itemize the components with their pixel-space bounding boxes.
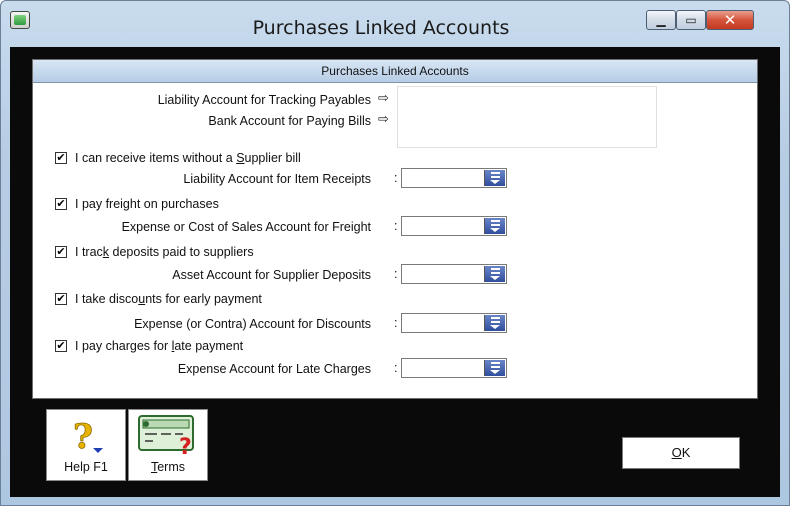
close-icon: ✕ <box>723 11 737 29</box>
dialog-client-area: Purchases Linked Accounts Liability Acco… <box>10 47 780 497</box>
supplier-deposits-account-label: Asset Account for Supplier Deposits <box>172 268 371 282</box>
late-charges-account-combo[interactable] <box>401 358 507 378</box>
account-fields-area[interactable] <box>397 86 657 148</box>
arrow-right-icon[interactable]: ⇨ <box>378 91 389 106</box>
item-receipts-account-combo[interactable] <box>401 168 507 188</box>
pay-freight-label: I pay freight on purchases <box>75 197 219 211</box>
take-discounts-checkbox[interactable]: ✔ <box>55 293 67 305</box>
dropdown-list-icon[interactable] <box>484 218 505 234</box>
colon-separator: : <box>394 316 398 330</box>
dropdown-list-icon[interactable] <box>484 315 505 331</box>
receive-without-bill-checkbox[interactable]: ✔ <box>55 152 67 164</box>
colon-separator: : <box>394 361 398 375</box>
dropdown-list-icon[interactable] <box>484 360 505 376</box>
discounts-account-label: Expense (or Contra) Account for Discount… <box>134 317 371 331</box>
ok-button[interactable]: OK <box>622 437 740 469</box>
track-deposits-label: I track deposits paid to suppliers <box>75 245 254 259</box>
svg-text:?: ? <box>179 435 192 456</box>
track-deposits-checkbox[interactable]: ✔ <box>55 246 67 258</box>
freight-account-label: Expense or Cost of Sales Account for Fre… <box>121 220 371 234</box>
colon-separator: : <box>394 219 398 233</box>
colon-separator: : <box>394 267 398 281</box>
late-charges-checkbox[interactable]: ✔ <box>55 340 67 352</box>
arrow-right-icon[interactable]: ⇨ <box>378 112 389 127</box>
maximize-icon: ▭ <box>685 13 697 27</box>
help-button-label: Help F1 <box>64 460 108 474</box>
terms-button-label: Terms <box>150 460 186 474</box>
maximize-button[interactable]: ▭ <box>676 10 706 30</box>
liability-tracking-label: Liability Account for Tracking Payables <box>157 93 371 107</box>
late-charges-account-label: Expense Account for Late Charges <box>177 362 371 376</box>
help-button[interactable]: ? Help F1 <box>46 409 126 481</box>
linked-accounts-panel: Purchases Linked Accounts Liability Acco… <box>32 59 758 399</box>
dialog-window: Purchases Linked Accounts ▁ ▭ ✕ Purchase… <box>0 0 790 506</box>
dropdown-list-icon[interactable] <box>484 170 505 186</box>
svg-text:?: ? <box>73 417 93 456</box>
colon-separator: : <box>394 171 398 185</box>
pay-freight-checkbox[interactable]: ✔ <box>55 198 67 210</box>
discounts-account-combo[interactable] <box>401 313 507 333</box>
dropdown-list-icon[interactable] <box>484 266 505 282</box>
minimize-button[interactable]: ▁ <box>646 10 676 30</box>
late-charges-label: I pay charges for late payment <box>75 339 244 353</box>
supplier-deposits-account-combo[interactable] <box>401 264 507 284</box>
freight-account-combo[interactable] <box>401 216 507 236</box>
terms-card-icon: ? <box>138 415 194 456</box>
terms-button[interactable]: ? Terms <box>128 409 208 481</box>
bank-paying-label: Bank Account for Paying Bills <box>208 114 371 128</box>
title-bar[interactable]: Purchases Linked Accounts ▁ ▭ ✕ <box>1 1 789 47</box>
minimize-icon: ▁ <box>656 13 666 27</box>
take-discounts-label: I take discounts for early payment <box>75 292 262 306</box>
question-mark-icon: ? <box>73 417 103 456</box>
item-receipts-account-label: Liability Account for Item Receipts <box>183 172 371 186</box>
receive-without-bill-label: I can receive items without a Supplier b… <box>75 151 301 165</box>
panel-header: Purchases Linked Accounts <box>33 60 757 83</box>
close-button[interactable]: ✕ <box>706 10 754 30</box>
